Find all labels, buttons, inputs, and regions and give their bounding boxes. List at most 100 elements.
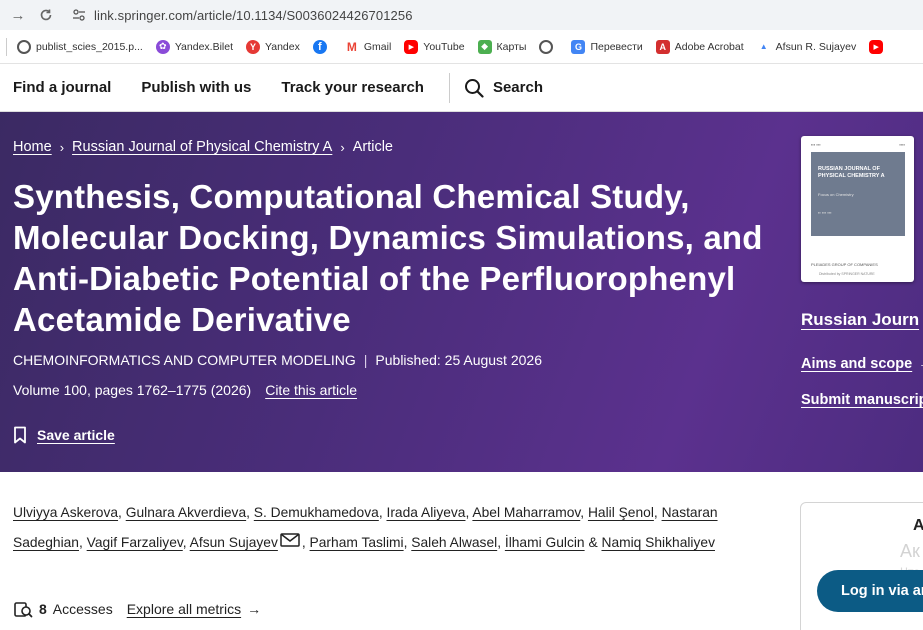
- author-link[interactable]: Irada Aliyeva: [386, 505, 465, 520]
- aims-scope-link[interactable]: Aims and scope →: [801, 356, 923, 372]
- article-meta-line: CHEMOINFORMATICS AND COMPUTER MODELING |…: [13, 352, 542, 368]
- author-link[interactable]: Gulnara Akverdieva: [126, 505, 246, 520]
- bookmark-label: Yandex.Bilet: [174, 40, 234, 53]
- publish-link[interactable]: Publish with us: [141, 79, 251, 96]
- save-article-label: Save article: [37, 427, 115, 443]
- find-journal-link[interactable]: Find a journal: [13, 79, 111, 96]
- cover-band: RUSSIAN JOURNAL OF PHYSICAL CHEMISTRY A …: [811, 152, 905, 236]
- bookmark-label: Gmail: [363, 40, 392, 53]
- author-link[interactable]: Abel Maharramov: [472, 505, 580, 520]
- bookmark-item[interactable]: ▲ Afsun R. Sujayev: [756, 39, 857, 54]
- author-separator: &: [584, 535, 602, 550]
- reload-icon[interactable]: [36, 5, 56, 25]
- bookmark-item[interactable]: A Adobe Acrobat: [655, 39, 744, 54]
- author-separator: ,: [653, 505, 662, 520]
- bookmark-item[interactable]: publist_scies_2015.p...: [17, 39, 143, 54]
- bookmarks-separator: [6, 37, 7, 56]
- access-ghost-text: Ак: [900, 541, 920, 561]
- author-link[interactable]: Saleh Alwasel: [411, 535, 497, 550]
- volume-pages: Volume 100, pages 1762–1775 (2026): [13, 382, 252, 398]
- breadcrumb-home[interactable]: Home: [13, 139, 52, 155]
- bookmark-item[interactable]: [539, 39, 558, 54]
- url-field[interactable]: link.springer.com/article/10.1134/S00360…: [70, 3, 413, 27]
- bookmark-label: Yandex: [265, 40, 300, 53]
- author-separator: ,: [497, 535, 505, 550]
- author-separator: ,: [246, 505, 254, 520]
- bookmark-item[interactable]: M Gmail: [344, 39, 392, 54]
- chevron-right-icon: ›: [340, 139, 345, 155]
- bookmark-item[interactable]: ✿ Yandex.Bilet: [155, 39, 234, 54]
- explore-metrics-link[interactable]: Explore all metrics: [127, 601, 241, 617]
- author-link[interactable]: Halil Şenol: [588, 505, 654, 520]
- breadcrumb: Home › Russian Journal of Physical Chemi…: [13, 139, 393, 155]
- arrow-right-icon: →: [918, 356, 923, 372]
- save-article-button[interactable]: Save article: [13, 426, 115, 444]
- access-heading: A: [913, 517, 923, 534]
- bookmark-item[interactable]: ◆ Карты: [477, 39, 527, 54]
- bookmark-label: YouTube: [423, 40, 465, 53]
- yandex-bilet-icon: ✿: [155, 39, 170, 54]
- accesses-label: Accesses: [52, 601, 113, 617]
- published-date: Published: 25 August 2026: [375, 352, 542, 368]
- globe-icon: [539, 39, 554, 54]
- author-link[interactable]: S. Demukhamedova: [254, 505, 379, 520]
- cover-subtitle: Focus on Chemistry: [818, 192, 854, 197]
- author-link[interactable]: Namiq Shikhaliyev: [601, 535, 715, 550]
- bookmark-label: Afsun R. Sujayev: [775, 40, 857, 53]
- acrobat-icon: A: [655, 39, 670, 54]
- bookmark-item[interactable]: ▶: [869, 39, 888, 54]
- bookmark-item[interactable]: G Перевести: [571, 39, 643, 54]
- bookmark-label: publist_scies_2015.p...: [36, 40, 143, 53]
- bookmark-label: Adobe Acrobat: [674, 40, 744, 53]
- chevron-right-icon: ›: [59, 139, 65, 155]
- bookmark-label: Перевести: [590, 40, 643, 53]
- track-research-link[interactable]: Track your research: [281, 79, 424, 96]
- author-link[interactable]: Afsun Sujayev: [190, 535, 278, 550]
- maps-icon: ◆: [477, 39, 492, 54]
- author-separator: ,: [182, 535, 190, 550]
- author-link[interactable]: Parham Taslimi: [310, 535, 404, 550]
- submit-manuscript-link[interactable]: Submit manuscrip: [801, 392, 923, 408]
- author-link[interactable]: Vagif Farzaliyev: [87, 535, 183, 550]
- globe-icon: [17, 39, 31, 54]
- scholar-icon: ▲: [756, 39, 771, 54]
- bookmark-icon: [14, 426, 26, 444]
- cover-header: ▪▪▪ ▪▪▪ ▪▪▪▪: [811, 142, 905, 147]
- journal-cover[interactable]: ▪▪▪ ▪▪▪ ▪▪▪▪ RUSSIAN JOURNAL OF PHYSICAL …: [801, 136, 914, 282]
- login-institution-button[interactable]: Log in via an: [817, 570, 923, 612]
- url-text: link.springer.com/article/10.1134/S00360…: [94, 7, 413, 23]
- bookmark-item[interactable]: f: [312, 39, 332, 54]
- cover-issue: ▪▪ ▪▪▪ ▪▪▪: [818, 210, 832, 215]
- cite-article-link[interactable]: Cite this article: [265, 382, 357, 398]
- article-metrics: 8 Accesses Explore all metrics →: [13, 600, 261, 618]
- site-navigation: Find a journal Publish with us Track you…: [0, 64, 923, 112]
- journal-name-link[interactable]: Russian Journ: [801, 310, 919, 330]
- article-hero: Home › Russian Journal of Physical Chemi…: [0, 112, 923, 472]
- gmail-icon: M: [344, 39, 359, 54]
- nav-divider: [448, 72, 450, 103]
- search-button[interactable]: Search: [464, 78, 543, 98]
- youtube-icon: ▶: [404, 39, 419, 54]
- youtube-icon: ▶: [869, 39, 884, 54]
- translate-icon: G: [571, 39, 586, 54]
- breadcrumb-journal[interactable]: Russian Journal of Physical Chemistry A: [72, 139, 332, 155]
- bookmark-item[interactable]: Y Yandex: [246, 39, 300, 54]
- access-panel: A Ак Что Log in via an: [800, 502, 923, 630]
- bookmark-item[interactable]: ▶ YouTube: [404, 39, 465, 54]
- bookmark-label: Карты: [496, 40, 527, 53]
- browser-address-bar: → link.springer.com/article/10.1134/S003…: [0, 0, 923, 30]
- article-title: Synthesis, Computational Chemical Study,…: [13, 178, 763, 338]
- site-info-icon[interactable]: [70, 6, 88, 24]
- author-link[interactable]: Ulviyya Askerova: [13, 505, 118, 520]
- cover-title: RUSSIAN JOURNAL OF PHYSICAL CHEMISTRY A: [818, 166, 885, 179]
- author-separator: ,: [580, 505, 588, 520]
- forward-icon[interactable]: →: [8, 5, 28, 25]
- email-icon[interactable]: [280, 528, 300, 558]
- aims-scope-label: Aims and scope: [801, 356, 913, 372]
- accesses-icon: [14, 602, 33, 618]
- yandex-icon: Y: [246, 39, 261, 54]
- author-separator: ,: [118, 505, 126, 520]
- author-link[interactable]: İlhami Gulcin: [505, 535, 585, 550]
- search-label: Search: [492, 79, 543, 96]
- search-icon: [464, 78, 484, 98]
